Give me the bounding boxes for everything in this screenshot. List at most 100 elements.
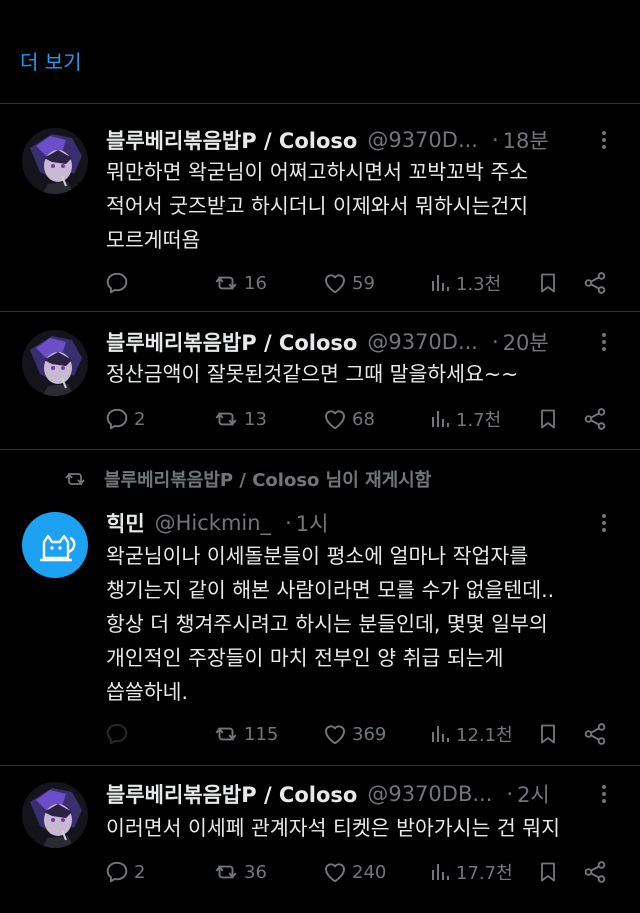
views-button[interactable]: 17.7천 bbox=[428, 857, 513, 887]
author-handle[interactable]: @9370DB... bbox=[367, 782, 492, 806]
like-count: 369 bbox=[352, 723, 387, 745]
repost-button[interactable]: 115 bbox=[212, 719, 278, 749]
reply-count: 2 bbox=[134, 861, 146, 883]
share-icon bbox=[582, 721, 608, 747]
reply-button[interactable]: 2 bbox=[104, 857, 145, 887]
like-count: 240 bbox=[352, 861, 387, 883]
views-icon bbox=[428, 271, 452, 295]
tweet-actions: 16 59 1.3천 bbox=[104, 268, 614, 298]
bookmark-icon bbox=[536, 859, 560, 885]
views-icon bbox=[428, 407, 452, 431]
tweet-4[interactable]: 블루베리볶음밥P / Coloso @9370DB... · 2시 이러면서 이… bbox=[0, 766, 640, 913]
like-icon bbox=[322, 270, 348, 296]
author-name[interactable]: 블루베리볶음밥P / Coloso bbox=[106, 779, 357, 809]
timestamp[interactable]: 20분 bbox=[503, 327, 549, 357]
share-button[interactable] bbox=[582, 404, 608, 434]
share-button[interactable] bbox=[582, 268, 608, 298]
separator-dot: · bbox=[506, 782, 514, 806]
more-icon[interactable] bbox=[594, 782, 614, 806]
tweet-actions: 2 36 240 17.7천 bbox=[104, 857, 614, 887]
more-icon[interactable] bbox=[594, 511, 614, 535]
bookmark-button[interactable] bbox=[536, 857, 560, 887]
tweet-text: 뭐만하면 왁굳님이 어쩌고하시면서 꼬박꼬박 주소 적어서 굿즈받고 하시더니 … bbox=[106, 160, 529, 252]
separator-dot: · bbox=[285, 511, 292, 535]
like-count: 59 bbox=[352, 272, 375, 294]
bookmark-button[interactable] bbox=[536, 719, 560, 749]
share-icon bbox=[582, 270, 608, 296]
views-button[interactable]: 1.3천 bbox=[428, 268, 501, 298]
views-icon bbox=[428, 860, 452, 884]
repost-button[interactable]: 36 bbox=[212, 857, 267, 887]
timestamp[interactable]: 2시 bbox=[517, 779, 550, 809]
like-button[interactable]: 68 bbox=[322, 404, 375, 434]
author-handle[interactable]: @Hickmin_ bbox=[155, 511, 271, 535]
like-button[interactable]: 369 bbox=[322, 719, 386, 749]
avatar[interactable] bbox=[22, 330, 88, 396]
reply-button[interactable] bbox=[104, 719, 134, 749]
like-icon bbox=[322, 406, 348, 432]
view-count: 1.3천 bbox=[456, 274, 502, 295]
timestamp[interactable]: 18분 bbox=[503, 125, 549, 155]
author-name[interactable]: 블루베리볶음밥P / Coloso bbox=[106, 125, 357, 155]
avatar[interactable] bbox=[22, 128, 88, 194]
author-handle[interactable]: @9370D... bbox=[367, 330, 478, 354]
view-count: 17.7천 bbox=[456, 863, 513, 884]
separator-dot: · bbox=[491, 330, 499, 354]
repost-count: 13 bbox=[244, 408, 267, 430]
tweet-header: 블루베리볶음밥P / Coloso @9370D... · 20분 bbox=[106, 326, 614, 358]
reply-button[interactable] bbox=[104, 268, 134, 298]
show-more-link[interactable]: 더 보기 bbox=[20, 46, 82, 75]
tweet-3[interactable]: 힉민 @Hickmin_ · 1시 왁굳님이나 이세돌분들이 평소에 얼마나 작… bbox=[0, 450, 640, 766]
tweet-header: 블루베리볶음밥P / Coloso @9370D... · 18분 bbox=[106, 124, 614, 156]
avatar[interactable] bbox=[22, 782, 88, 848]
more-icon[interactable] bbox=[594, 128, 614, 152]
tweet-1[interactable]: 블루베리볶음밥P / Coloso @9370D... · 18분 뭐만하면 왁… bbox=[0, 104, 640, 312]
share-button[interactable] bbox=[582, 857, 608, 887]
reply-icon bbox=[104, 270, 130, 296]
tweet-text: 이러면서 이세페 관계자석 티켓은 받아가시는 건 뭐지 bbox=[106, 816, 561, 840]
tweet-text: 정산금액이 잘못된것같으면 그때 말을하세요~~ bbox=[106, 362, 519, 386]
repost-count: 115 bbox=[244, 723, 279, 745]
repost-button[interactable]: 16 bbox=[212, 268, 267, 298]
show-more-section: 더 보기 bbox=[0, 0, 640, 104]
tweet-actions: 115 369 12.1천 bbox=[104, 719, 614, 749]
repost-icon bbox=[212, 406, 240, 432]
repost-icon bbox=[212, 270, 240, 296]
avatar[interactable] bbox=[22, 512, 88, 578]
views-icon bbox=[428, 722, 452, 746]
repost-count: 36 bbox=[244, 861, 267, 883]
views-button[interactable]: 12.1천 bbox=[428, 719, 513, 749]
reply-icon bbox=[104, 406, 130, 432]
reply-button[interactable]: 2 bbox=[104, 404, 145, 434]
author-name[interactable]: 블루베리볶음밥P / Coloso bbox=[106, 327, 357, 357]
repost-icon bbox=[212, 721, 240, 747]
author-handle[interactable]: @9370D... bbox=[367, 128, 478, 152]
repost-count: 16 bbox=[244, 272, 267, 294]
tweet-header: 블루베리볶음밥P / Coloso @9370DB... · 2시 bbox=[106, 778, 614, 810]
reply-count: 2 bbox=[134, 408, 146, 430]
tweet-2[interactable]: 블루베리볶음밥P / Coloso @9370D... · 20분 정산금액이 … bbox=[0, 312, 640, 450]
author-name[interactable]: 힉민 bbox=[106, 508, 145, 538]
views-button[interactable]: 1.7천 bbox=[428, 404, 501, 434]
bookmark-button[interactable] bbox=[536, 404, 560, 434]
like-button[interactable]: 240 bbox=[322, 857, 386, 887]
repost-button[interactable]: 13 bbox=[212, 404, 267, 434]
bookmark-icon bbox=[536, 721, 560, 747]
reply-icon bbox=[104, 721, 130, 747]
share-icon bbox=[582, 859, 608, 885]
tweet-actions: 2 13 68 1.7천 bbox=[104, 404, 614, 434]
bookmark-button[interactable] bbox=[536, 268, 560, 298]
like-icon bbox=[322, 721, 348, 747]
repost-icon bbox=[212, 859, 240, 885]
like-count: 68 bbox=[352, 408, 375, 430]
share-icon bbox=[582, 406, 608, 432]
bookmark-icon bbox=[536, 406, 560, 432]
like-icon bbox=[322, 859, 348, 885]
like-button[interactable]: 59 bbox=[322, 268, 375, 298]
share-button[interactable] bbox=[582, 719, 608, 749]
reply-icon bbox=[104, 859, 130, 885]
separator-dot: · bbox=[491, 128, 499, 152]
bookmark-icon bbox=[536, 270, 560, 296]
more-icon[interactable] bbox=[594, 330, 614, 354]
timestamp[interactable]: 1시 bbox=[296, 508, 329, 538]
